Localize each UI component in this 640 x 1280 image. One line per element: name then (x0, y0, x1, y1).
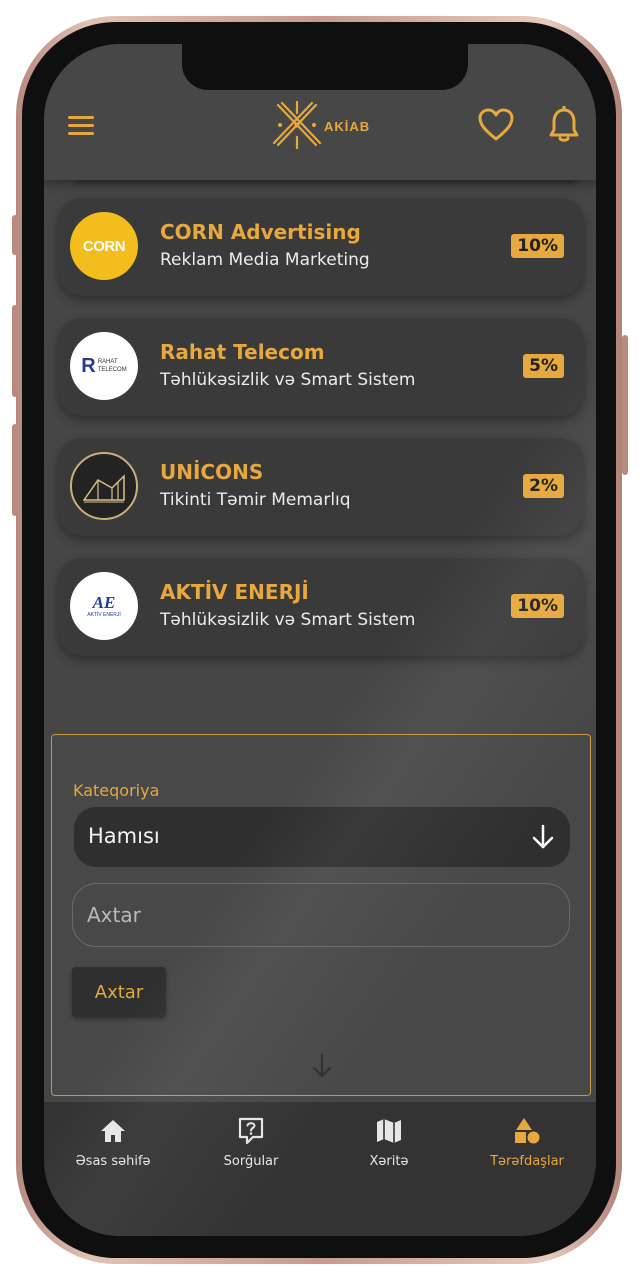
bottom-navigation: Əsas səhifə Sorğular Xəritə Tərəfdaşlar (44, 1102, 596, 1236)
nav-label-surveys: Sorğular (223, 1154, 279, 1169)
phone-volume-up-button (12, 305, 18, 397)
discount-badge: 10% (511, 234, 564, 258)
hamburger-menu-icon[interactable] (68, 116, 94, 136)
discount-badge: 5% (523, 354, 564, 378)
category-label: Kateqoriya (73, 781, 160, 800)
bell-icon[interactable] (548, 106, 580, 144)
partner-name: CORN Advertising (160, 220, 361, 244)
question-bubble-icon (238, 1117, 264, 1145)
phone-notch (182, 44, 468, 90)
building-icon (82, 474, 125, 503)
partner-category: Təhlükəsizlik və Smart Sistem (160, 610, 416, 630)
partner-category: Tikinti Təmir Memarlıq (160, 490, 351, 510)
partner-card[interactable]: CORN CORN Advertising Reklam Media Marke… (58, 198, 584, 296)
logo-text: AKİAB (324, 119, 371, 134)
phone-side-button (12, 215, 18, 255)
phone-volume-down-button (12, 424, 18, 516)
map-icon (377, 1119, 401, 1143)
scroll-down-arrow-icon[interactable] (311, 1053, 333, 1079)
nav-label-home: Əsas səhifə (75, 1154, 151, 1169)
discount-badge: 10% (511, 594, 564, 618)
nav-label-partners: Tərəfdaşlar (490, 1154, 564, 1169)
app-screen: AKİAB CORN CORN Advertising Reklam Media… (44, 44, 596, 1236)
partner-name: UNİCONS (160, 460, 264, 484)
nav-item-home[interactable]: Əsas səhifə (44, 1116, 182, 1176)
category-select-value: Hamısı (88, 824, 160, 848)
search-input[interactable] (72, 883, 570, 947)
partner-category: Təhlükəsizlik və Smart Sistem (160, 370, 416, 390)
partner-name: AKTİV ENERJİ (160, 580, 309, 604)
unicons-logo (70, 452, 138, 520)
filter-panel: Kateqoriya Hamısı Axtar (51, 734, 591, 1096)
nav-item-map[interactable]: Xəritə (320, 1116, 458, 1176)
partner-name: Rahat Telecom (160, 340, 325, 364)
phone-power-button (622, 335, 628, 475)
nav-item-partners[interactable]: Tərəfdaşlar (458, 1116, 596, 1176)
rahat-telecom-logo: R RAHAT TELECOM (70, 332, 138, 400)
heart-icon[interactable] (478, 108, 514, 142)
category-select[interactable]: Hamısı (74, 807, 570, 867)
nav-item-surveys[interactable]: Sorğular (182, 1116, 320, 1176)
discount-badge: 2% (523, 474, 564, 498)
corn-logo: CORN (70, 212, 138, 280)
shapes-icon (515, 1118, 540, 1144)
home-icon (101, 1120, 125, 1142)
arrow-down-icon (532, 824, 554, 849)
partner-category: Reklam Media Marketing (160, 250, 370, 270)
search-button[interactable]: Axtar (72, 967, 166, 1017)
partner-card[interactable]: AE AKTİV ENERJİ AKTİV ENERJİ Təhlükəsizl… (58, 558, 584, 656)
aktiv-enerji-logo: AE AKTİV ENERJİ (70, 572, 138, 640)
partner-card[interactable]: R RAHAT TELECOM Rahat Telecom Təhlükəsiz… (58, 318, 584, 416)
partner-card[interactable]: UNİCONS Tikinti Təmir Memarlıq 2% (58, 438, 584, 536)
nav-label-map: Xəritə (369, 1154, 409, 1169)
